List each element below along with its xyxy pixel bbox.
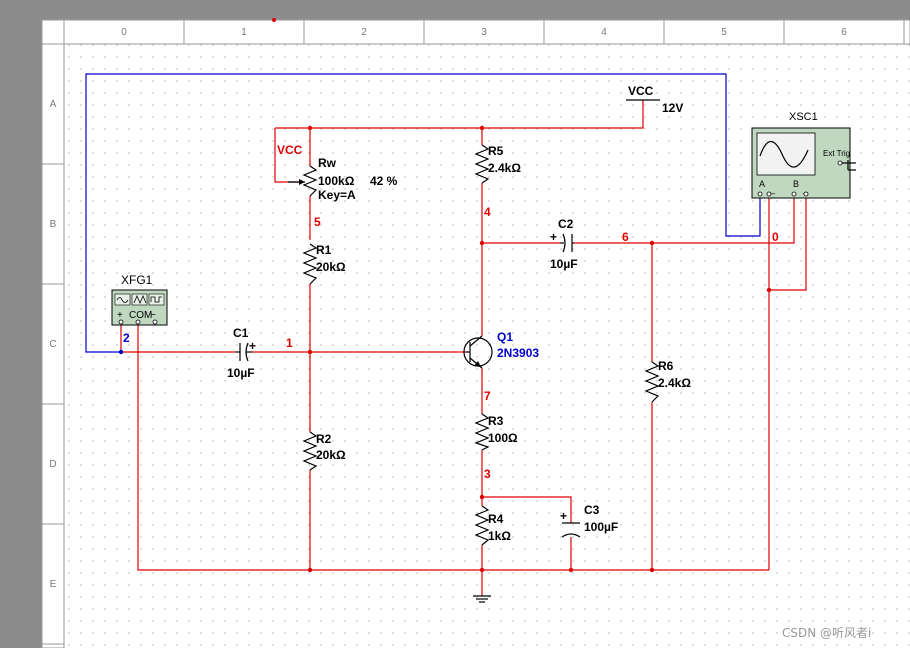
watermark-text: CSDN @听风者i	[782, 626, 871, 640]
c2-ref: C2	[558, 217, 574, 231]
top-ruler: 0 1 2 3 4 5 6	[41, 19, 910, 45]
r1-ref: R1	[316, 243, 332, 257]
r1-value: 20kΩ	[316, 260, 346, 274]
vcc-local-label: VCC	[277, 143, 303, 157]
ruler-row-e: E	[50, 579, 57, 590]
ruler-col-1: 1	[241, 27, 247, 38]
schematic-sheet[interactable]: 0 1 2 3 4 5 6 A B C D E VCC 12V VCC Rw 1…	[0, 0, 910, 648]
r5-value: 2.4kΩ	[488, 161, 521, 175]
net-label-4: 4	[484, 205, 491, 219]
net-label-2: 2	[123, 331, 130, 345]
c3-plus: +	[560, 509, 567, 523]
r5-ref: R5	[488, 144, 504, 158]
xfg1-label: XFG1	[121, 273, 153, 287]
ruler-row-d: D	[49, 459, 56, 470]
rw-value: 100kΩ	[318, 174, 355, 188]
r3-ref: R3	[488, 414, 504, 428]
c3-value: 100µF	[584, 520, 618, 534]
net-label-1: 1	[286, 336, 293, 350]
left-ruler: A B C D E	[41, 43, 65, 648]
r4-value: 1kΩ	[488, 529, 511, 543]
xfg1-plus: +	[117, 310, 123, 321]
net-label-0: 0	[772, 230, 779, 244]
r2-ref: R2	[316, 432, 332, 446]
vcc-source-value: 12V	[662, 101, 683, 115]
c2-value: 10µF	[550, 257, 578, 271]
r4-ref: R4	[488, 512, 504, 526]
xsc1-label: XSC1	[789, 111, 818, 123]
r3-value: 100Ω	[488, 431, 518, 445]
ruler-row-c: C	[49, 339, 56, 350]
rw-percent: 42 %	[370, 174, 398, 188]
rw-key: Key=A	[318, 188, 356, 202]
ruler-row-b: B	[50, 219, 57, 230]
xsc1-ext-trig: Ext Trig	[823, 149, 850, 158]
ruler-row-a: A	[50, 99, 57, 110]
r2-value: 20kΩ	[316, 448, 346, 462]
c1-plus: +	[249, 339, 256, 353]
vcc-source-label: VCC	[628, 84, 654, 98]
xfg1-com: COM	[129, 310, 152, 321]
ruler-col-6: 6	[841, 27, 847, 38]
c3-ref: C3	[584, 503, 600, 517]
c2-plus: +	[550, 230, 557, 244]
net-label-5: 5	[314, 215, 321, 229]
q1-value: 2N3903	[497, 346, 539, 360]
c1-ref: C1	[233, 326, 249, 340]
ruler-col-0: 0	[121, 27, 127, 38]
q1-ref: Q1	[497, 330, 513, 344]
net-label-3: 3	[484, 467, 491, 481]
c1-value: 10µF	[227, 366, 255, 380]
r6-ref: R6	[658, 359, 674, 373]
r6-value: 2.4kΩ	[658, 376, 691, 390]
ruler-col-3: 3	[481, 27, 487, 38]
ruler-col-5: 5	[721, 27, 727, 38]
ruler-col-2: 2	[361, 27, 367, 38]
xsc1-a: A	[759, 179, 765, 189]
xsc1-b: B	[793, 179, 799, 189]
xfg1-minus: −	[150, 310, 156, 321]
net-label-6: 6	[622, 230, 629, 244]
ruler-col-4: 4	[601, 27, 607, 38]
net-label-7: 7	[484, 389, 491, 403]
rw-ref: Rw	[318, 156, 337, 170]
